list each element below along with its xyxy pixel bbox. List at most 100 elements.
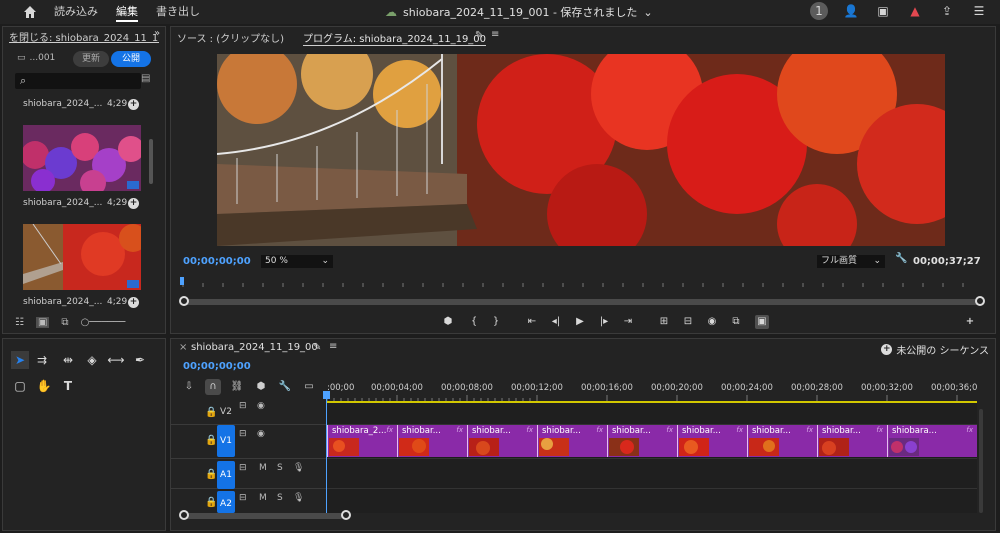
share-icon[interactable]: ⇪ [938, 2, 956, 20]
mute-button[interactable]: M [259, 463, 267, 473]
nest-icon[interactable]: ⇩ [181, 379, 197, 395]
comparison-view-icon[interactable]: ⧉ [729, 315, 743, 329]
track-name[interactable]: A1 [217, 461, 235, 489]
edit-icon[interactable]: ✎ [313, 342, 321, 353]
wrench-icon[interactable]: 🔧 [895, 253, 907, 264]
step-forward-icon[interactable]: |▸ [597, 315, 611, 329]
add-marker-icon[interactable]: ⬢ [253, 379, 269, 395]
scrollbar-right-handle[interactable] [975, 296, 985, 306]
timeline-clip[interactable]: shiobar... fx [677, 425, 747, 457]
timeline-vertical-scrollbar[interactable] [979, 409, 983, 513]
track-name[interactable]: A2 [217, 491, 235, 513]
microphone-icon[interactable]: 🎙 [293, 463, 304, 473]
unpublished-sequence[interactable]: + 未公開の シーケンス [881, 342, 989, 357]
scrollbar-right-handle[interactable] [341, 510, 351, 520]
scrollbar-left-handle[interactable] [179, 296, 189, 306]
snap-icon[interactable]: ∩ [205, 379, 221, 395]
menu-icon[interactable]: ☰ [970, 2, 988, 20]
add-clip-icon[interactable]: + [128, 198, 139, 209]
project-panel-tab[interactable]: を閉じる: shiobara_2024_11_19 [9, 29, 159, 43]
track-select-tool-icon[interactable]: ⇉ [33, 351, 51, 369]
panel-menu-icon[interactable]: ≡ [491, 29, 499, 40]
solo-button[interactable]: S [277, 463, 283, 473]
camera-icon[interactable]: ◉ [705, 315, 719, 329]
project-scrollbar[interactable] [149, 139, 153, 184]
zoom-slider[interactable]: ○────── [81, 317, 126, 328]
hand-tool-icon[interactable]: ✋ [35, 377, 53, 395]
lock-icon[interactable]: 🔒 [205, 497, 217, 508]
nav-edit[interactable]: 編集 [116, 3, 138, 22]
solo-button[interactable]: S [277, 493, 283, 503]
eye-icon[interactable]: ◉ [257, 429, 265, 439]
timeline-clip[interactable]: shiobar... fx [747, 425, 817, 457]
update-button[interactable]: 更新 [73, 51, 109, 67]
add-button-icon[interactable]: + [963, 315, 977, 329]
extract-icon[interactable]: ⊟ [681, 315, 695, 329]
track-name[interactable]: V2 [217, 407, 235, 417]
timeline-current-timecode[interactable]: 00;00;00;00 [183, 361, 251, 372]
filter-bin-icon[interactable]: ▤ [141, 73, 150, 84]
publish-button[interactable]: 公開 [111, 51, 151, 67]
warning-icon[interactable]: ▲ [906, 2, 924, 20]
timeline-clip[interactable]: shiobara... fx [887, 425, 977, 457]
track-lane-v2[interactable] [327, 403, 977, 425]
program-current-timecode[interactable]: 00;00;00;00 [183, 256, 251, 267]
home-icon[interactable] [20, 2, 40, 22]
timeline-clip[interactable]: shiobara_2... fx [327, 425, 397, 457]
notification-badge[interactable]: 1 [810, 2, 828, 20]
expand-panels-icon[interactable]: » [154, 28, 160, 39]
search-input[interactable]: ⌕ [15, 73, 141, 89]
linked-selection-icon[interactable]: ⛓ [229, 379, 245, 395]
lock-icon[interactable]: 🔒 [205, 435, 217, 446]
eye-icon[interactable]: ◉ [257, 401, 265, 411]
track-name[interactable]: V1 [217, 425, 235, 457]
timeline-horizontal-scrollbar[interactable] [183, 513, 343, 519]
timeline-clip[interactable]: shiobar... fx [817, 425, 887, 457]
track-lane-a1[interactable] [327, 459, 977, 489]
ripple-edit-tool-icon[interactable]: ⇹ [59, 351, 77, 369]
add-clip-icon[interactable]: + [128, 297, 139, 308]
edit-icon[interactable]: ✎ [475, 30, 483, 41]
nav-import[interactable]: 読み込み [54, 3, 98, 22]
lock-icon[interactable]: 🔒 [205, 469, 217, 480]
wrench-icon[interactable]: 🔧 [277, 379, 293, 395]
mark-in-icon[interactable]: { [467, 315, 481, 329]
quick-export-icon[interactable]: ▣ [874, 2, 892, 20]
type-tool-icon[interactable]: T [59, 377, 77, 395]
captions-icon[interactable]: ▭ [301, 379, 317, 395]
program-zoom-scrollbar[interactable] [181, 299, 981, 305]
program-time-ruler[interactable] [179, 277, 987, 287]
timeline-clip[interactable]: shiobar... fx [607, 425, 677, 457]
sync-lock-icon[interactable]: ⊟ [239, 463, 247, 473]
source-monitor-tab[interactable]: ソース : (クリップなし) [177, 30, 284, 45]
sequence-tab[interactable]: shiobara_2024_11_19_00 [191, 342, 318, 353]
zoom-select[interactable]: 50 % ⌄ [261, 255, 333, 268]
lock-icon[interactable]: 🔒 [205, 407, 217, 418]
step-back-icon[interactable]: ◂| [549, 315, 563, 329]
lift-icon[interactable]: ⊞ [657, 315, 671, 329]
go-to-in-icon[interactable]: ⇤ [525, 315, 539, 329]
pen-tool-icon[interactable]: ✒ [131, 351, 149, 369]
razor-tool-icon[interactable]: ◈ [83, 351, 101, 369]
track-lane-a2[interactable] [327, 489, 977, 513]
sync-lock-icon[interactable]: ⊟ [239, 429, 247, 439]
slip-tool-icon[interactable]: ⟷ [107, 351, 125, 369]
mark-out-icon[interactable]: } [489, 315, 503, 329]
timeline-clip[interactable]: shiobar... fx [467, 425, 537, 457]
mute-button[interactable]: M [259, 493, 267, 503]
playhead[interactable] [326, 391, 327, 513]
scrollbar-left-handle[interactable] [179, 510, 189, 520]
clip-thumbnail-umbrellas[interactable] [23, 125, 141, 191]
project-title[interactable]: ☁ shiobara_2024_11_19_001 - 保存されました ⌄ [385, 4, 653, 20]
go-to-out-icon[interactable]: ⇥ [621, 315, 635, 329]
chevron-down-icon[interactable]: ⌄ [643, 6, 652, 19]
multicam-icon[interactable]: ▣ [755, 315, 769, 329]
icon-view-icon[interactable]: ▣ [35, 317, 50, 328]
play-icon[interactable]: ▶ [573, 315, 587, 329]
sync-lock-icon[interactable]: ⊟ [239, 493, 247, 503]
add-clip-icon[interactable]: + [128, 99, 139, 110]
timeline-clip[interactable]: shiobar... fx [397, 425, 467, 457]
clip-thumbnail-bridge[interactable] [23, 224, 141, 290]
add-marker-icon[interactable]: ⬢ [441, 315, 455, 329]
nav-export[interactable]: 書き出し [156, 3, 200, 22]
